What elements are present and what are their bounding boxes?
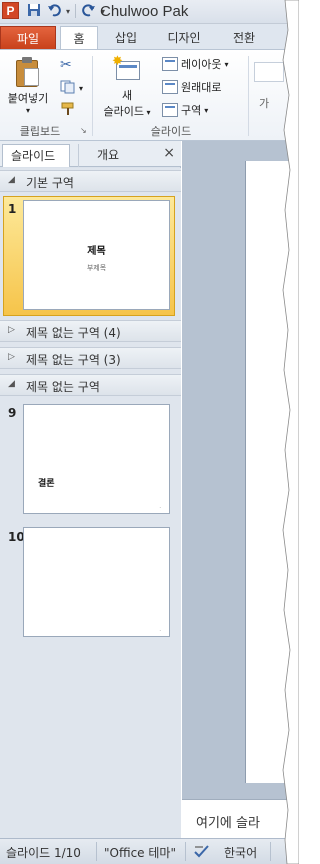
section-name: 제목 없는 구역 [26, 380, 100, 394]
close-pane-icon[interactable]: × [163, 145, 175, 161]
copy-icon [60, 80, 76, 97]
clipboard-group-label: 클립보드 [19, 125, 61, 138]
status-separator [185, 842, 186, 861]
ribbon-cut-off-label: 가 [259, 97, 270, 110]
slide-footer-mark: . [159, 627, 161, 633]
new-slide-button[interactable]: ✸ 새 슬라이드 ▾ [96, 54, 158, 119]
slides-pane-tabs: 슬라이드 개요 × [0, 141, 181, 167]
clipboard-dialog-launcher-icon[interactable]: ↘ [80, 126, 87, 135]
quick-access-toolbar: ▾ ▾ [26, 3, 105, 19]
ribbon-tab-bar: 파일 홈 삽입 디자인 전환 [0, 24, 299, 51]
title-bar: P ▾ ▾ Chulwoo Pak [0, 0, 299, 24]
layout-button[interactable]: 레이아웃 ▾ [162, 56, 229, 72]
reset-button[interactable]: 원래대로 [162, 79, 221, 95]
section-label: 구역 [181, 104, 202, 117]
section-dropdown-icon: ▾ [204, 105, 209, 115]
new-slide-dropdown-icon[interactable]: ▾ [144, 108, 150, 117]
section-name: 제목 없는 구역 (4) [26, 326, 121, 340]
reset-icon [162, 80, 178, 94]
slide-subtitle-text: 부제목 [86, 264, 107, 272]
collapse-arrow-icon[interactable]: ◢ [8, 175, 15, 185]
status-bar: 슬라이드 1/10 "Office 테마" 한국어 [0, 838, 299, 864]
section-button[interactable]: 구역 ▾ [162, 102, 208, 118]
tab-transitions[interactable]: 전환 [220, 26, 268, 50]
slide-title-text: 제목 [87, 246, 106, 257]
paste-label: 붙여넣기 [7, 92, 49, 105]
group-separator [248, 56, 249, 136]
layout-icon [162, 57, 178, 71]
slide-thumbnail[interactable]: . [23, 527, 170, 637]
slide-number: 1 [8, 202, 17, 216]
section-name: 제목 없는 구역 (3) [26, 353, 121, 367]
tab-insert[interactable]: 삽입 [104, 26, 148, 50]
tab-file[interactable]: 파일 [0, 26, 56, 50]
save-icon[interactable] [26, 3, 42, 19]
slide-thumbnail[interactable]: 제목 부제목 [23, 200, 170, 310]
window-title: Chulwoo Pak [100, 3, 189, 20]
language-indicator[interactable]: 한국어 [224, 844, 257, 861]
undo-icon[interactable] [46, 3, 62, 19]
torn-edge-decoration [282, 0, 299, 864]
ribbon-home: 붙여넣기 ▾ ✂ ▾ 클립보드 ↘ ✸ 새 슬라이드 ▾ 레이아웃 ▾ 원래대로… [0, 49, 299, 141]
slide-number: 9 [8, 406, 17, 420]
notes-placeholder: 여기에 슬라 [196, 816, 260, 831]
status-separator [96, 842, 97, 861]
slide-title-text: 결론 [38, 479, 55, 489]
format-painter-icon [60, 102, 76, 119]
slide-thumbnail-list: ◢ 기본 구역 1 제목 부제목 ▷ 제목 없는 구역 (4) ▷ 제목 없는 … [0, 168, 181, 838]
qat-separator [75, 4, 77, 18]
scissors-icon: ✂ [60, 57, 72, 73]
slide-thumbnail[interactable]: 결론 . [23, 404, 170, 514]
layout-dropdown-icon: ▾ [224, 59, 229, 69]
powerpoint-app-icon[interactable]: P [2, 2, 19, 19]
paste-dropdown-icon[interactable]: ▾ [4, 106, 52, 115]
copy-dropdown-icon[interactable]: ▾ [79, 84, 83, 93]
group-separator [92, 56, 93, 136]
status-separator [270, 842, 271, 861]
tab-home[interactable]: 홈 [60, 26, 98, 51]
tab-slides[interactable]: 슬라이드 [2, 144, 70, 167]
section-header[interactable]: ◢ 기본 구역 [0, 170, 181, 192]
undo-dropdown-icon[interactable]: ▾ [66, 7, 70, 16]
tab-design[interactable]: 디자인 [156, 26, 212, 50]
tab-outline[interactable]: 개요 [78, 144, 142, 167]
expand-arrow-icon[interactable]: ▷ [8, 325, 15, 335]
spell-check-icon[interactable] [193, 843, 211, 862]
slides-pane: 슬라이드 개요 × ◢ 기본 구역 1 제목 부제목 ▷ 제목 없는 구역 (4… [0, 141, 181, 838]
slide-indicator: 슬라이드 1/10 [6, 846, 81, 860]
section-header[interactable]: ◢ 제목 없는 구역 [0, 374, 181, 396]
format-painter-button[interactable] [60, 102, 76, 119]
copy-button[interactable]: ▾ [60, 80, 83, 97]
cut-button[interactable]: ✂ [60, 57, 72, 73]
expand-arrow-icon[interactable]: ▷ [8, 352, 15, 362]
section-icon [162, 103, 178, 117]
section-header[interactable]: ▷ 제목 없는 구역 (4) [0, 320, 181, 342]
collapse-arrow-icon[interactable]: ◢ [8, 379, 15, 389]
section-name: 기본 구역 [26, 176, 74, 190]
reset-label: 원래대로 [181, 81, 222, 94]
slides-group-label: 슬라이드 [150, 125, 192, 138]
paste-button[interactable]: 붙여넣기 ▾ [4, 56, 52, 115]
paste-icon [14, 56, 42, 88]
slide-footer-mark: . [159, 504, 161, 510]
new-slide-label-2: 슬라이드 [103, 105, 144, 118]
new-slide-icon: ✸ [112, 54, 142, 82]
new-slide-label-1: 새 [121, 89, 133, 102]
theme-name[interactable]: "Office 테마" [104, 844, 176, 861]
section-header[interactable]: ▷ 제목 없는 구역 (3) [0, 347, 181, 369]
layout-label: 레이아웃 [181, 58, 222, 71]
redo-icon[interactable] [81, 3, 97, 19]
